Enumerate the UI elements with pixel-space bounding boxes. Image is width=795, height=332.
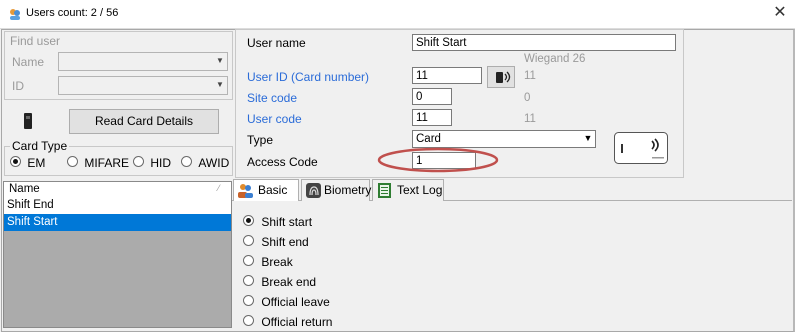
event-label: Shift end (261, 235, 309, 249)
user-id-readout: 11 (524, 70, 536, 82)
card-type-em[interactable]: EM (10, 156, 45, 170)
site-code-value: 0 (416, 91, 423, 103)
list-item[interactable]: Shift End (4, 197, 231, 214)
type-value: Card (416, 133, 441, 145)
card-type-mifare[interactable]: MIFARE (67, 156, 129, 170)
radio-icon (67, 156, 78, 167)
tab-biometry-label: Biometry (324, 183, 372, 197)
fingerprint-icon (306, 183, 321, 198)
find-name-label: Name (12, 55, 45, 69)
user-id-input[interactable]: 11 (412, 67, 482, 84)
event-label: Shift start (261, 215, 313, 229)
read-card-details-button[interactable]: Read Card Details (69, 109, 219, 134)
access-code-label: Access Code (247, 155, 318, 169)
card-reader-icon (24, 113, 32, 129)
user-list[interactable]: Name ⁄ Shift End Shift Start (3, 181, 232, 328)
radio-icon (181, 156, 192, 167)
read-card-label: Read Card Details (94, 114, 194, 128)
sort-icon: ⁄ (218, 183, 220, 193)
event-official-leave[interactable]: Official leave (243, 295, 330, 309)
tab-basic-label: Basic (258, 183, 288, 197)
list-item-label: Shift Start (7, 216, 58, 228)
window-title: Users count: 2 / 56 (26, 7, 119, 19)
card-type-hid[interactable]: HID (133, 156, 171, 170)
card-type-awid-label: AWID (198, 156, 230, 170)
user-name-value: Shift Start (416, 37, 467, 49)
annotation-ellipse (377, 147, 499, 173)
user-code-label: User code (247, 112, 302, 126)
card-wave-icon (496, 71, 511, 83)
tab-text-log-label: Text Log (397, 183, 443, 197)
user-id-value: 11 (416, 70, 428, 82)
site-code-readout: 0 (524, 92, 531, 104)
tab-basic[interactable]: Basic (233, 179, 299, 201)
event-label: Official return (261, 315, 333, 329)
event-break[interactable]: Break (243, 255, 293, 269)
event-shift-start[interactable]: Shift start (243, 215, 312, 229)
chevron-down-icon: ▼ (216, 80, 224, 89)
close-icon[interactable]: ✕ (771, 4, 789, 22)
radio-icon (243, 215, 254, 226)
event-label: Break end (261, 275, 317, 289)
radio-icon (243, 275, 254, 286)
chevron-down-icon: ▼ (583, 133, 593, 143)
site-code-input[interactable]: 0 (412, 88, 452, 105)
event-official-return[interactable]: Official return (243, 315, 332, 329)
rfid-card-icon (614, 132, 668, 164)
radio-icon (10, 156, 21, 167)
card-type-hid-label: HID (150, 156, 172, 170)
card-type-title: Card Type (10, 139, 70, 153)
card-type-awid[interactable]: AWID (181, 156, 229, 170)
list-item-selected[interactable]: Shift Start (4, 214, 231, 231)
users-icon (238, 184, 253, 198)
radio-icon (243, 255, 254, 266)
chevron-down-icon: ▼ (216, 56, 224, 65)
document-icon (378, 183, 391, 198)
event-label: Official leave (261, 295, 330, 309)
wiegand-label: Wiegand 26 (524, 53, 586, 65)
find-id-dropdown[interactable]: ▼ (58, 76, 228, 95)
user-code-value: 11 (416, 112, 428, 124)
app-icon (10, 9, 20, 20)
radio-icon (133, 156, 144, 167)
find-user-title: Find user (10, 34, 61, 48)
event-break-end[interactable]: Break end (243, 275, 316, 289)
event-shift-end[interactable]: Shift end (243, 235, 309, 249)
radio-icon (243, 235, 254, 246)
user-id-label: User ID (Card number) (247, 70, 370, 84)
radio-icon (243, 295, 254, 306)
list-header[interactable]: Name ⁄ (4, 182, 231, 198)
tab-text-log[interactable]: Text Log (372, 179, 444, 201)
site-code-label: Site code (247, 91, 298, 105)
event-label: Break (261, 255, 293, 269)
user-code-input[interactable]: 11 (412, 109, 452, 126)
user-name-input[interactable]: Shift Start (412, 34, 676, 51)
tab-biometry[interactable]: Biometry (301, 179, 372, 201)
user-code-readout: 11 (524, 113, 536, 125)
type-label: Type (247, 133, 274, 147)
title-bar: Users count: 2 / 56 ✕ (0, 0, 795, 29)
card-type-mifare-label: MIFARE (84, 156, 130, 170)
user-name-label: User name (247, 36, 306, 50)
find-name-dropdown[interactable]: ▼ (58, 52, 228, 71)
card-type-em-label: EM (27, 156, 46, 170)
list-header-name: Name (9, 183, 40, 195)
find-id-label: ID (12, 79, 24, 93)
read-card-button[interactable] (487, 66, 515, 88)
radio-icon (243, 315, 254, 326)
list-item-label: Shift End (7, 199, 54, 211)
